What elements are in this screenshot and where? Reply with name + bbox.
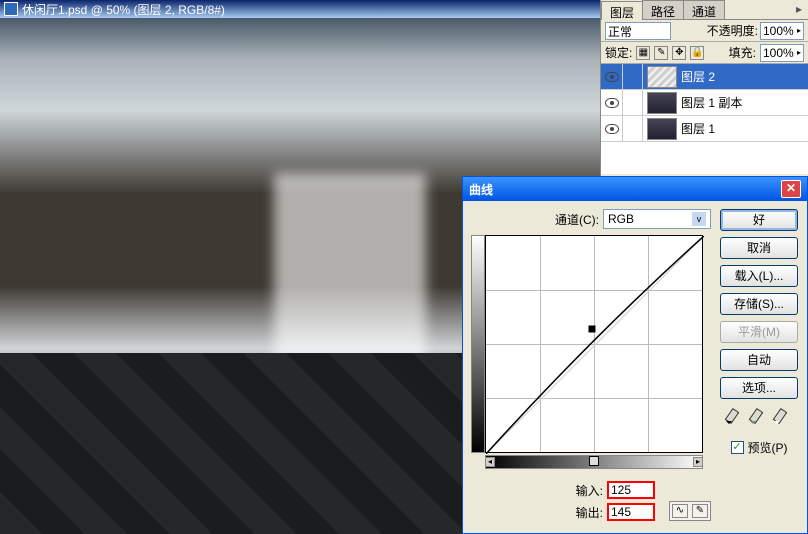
eye-icon [605, 72, 619, 82]
blend-mode-select[interactable]: 正常 [605, 22, 671, 40]
document-titlebar: 休闲厅1.psd @ 50% (图层 2, RGB/8#) [0, 0, 608, 18]
input-value-field[interactable] [607, 481, 655, 499]
ok-button[interactable]: 好 [720, 209, 798, 231]
output-value-field[interactable] [607, 503, 655, 521]
visibility-toggle[interactable] [601, 116, 623, 142]
tab-channels[interactable]: 通道 [683, 0, 725, 19]
layer-row[interactable]: 图层 1 副本 [601, 90, 808, 116]
gradient-slider[interactable] [589, 456, 599, 466]
cancel-button[interactable]: 取消 [720, 237, 798, 259]
load-button[interactable]: 载入(L)... [720, 265, 798, 287]
eye-icon [605, 98, 619, 108]
blend-opacity-row: 正常 不透明度: 100%▸ [601, 20, 808, 42]
panel-tabs: 图层 路径 通道 ▸ [601, 0, 808, 20]
link-toggle[interactable] [623, 116, 643, 142]
eyedropper-row [726, 409, 792, 427]
dialog-titlebar[interactable]: 曲线 ✕ [463, 177, 807, 201]
curve-point[interactable] [588, 326, 595, 333]
gray-point-eyedropper-icon[interactable] [750, 409, 768, 427]
input-label: 输入: [576, 482, 603, 499]
opacity-input[interactable]: 100%▸ [760, 22, 804, 40]
lock-transparency-icon[interactable]: ▦ [636, 46, 650, 60]
lock-row: 锁定: ▦ ✎ ✥ 🔒 填充: 100%▸ [601, 42, 808, 64]
fill-label: 填充: [729, 44, 756, 61]
output-gradient [471, 235, 485, 453]
lock-image-icon[interactable]: ✎ [654, 46, 668, 60]
preview-checkbox[interactable]: ✓ [731, 441, 744, 454]
layer-thumbnail[interactable] [647, 66, 677, 88]
layer-thumbnail[interactable] [647, 92, 677, 114]
curve-graph[interactable] [485, 235, 703, 453]
preview-label: 预览(P) [748, 439, 788, 456]
document-title: 休闲厅1.psd @ 50% (图层 2, RGB/8#) [22, 1, 225, 18]
dialog-title: 曲线 [469, 181, 493, 198]
curves-dialog: 曲线 ✕ 通道(C): RGBv [462, 176, 808, 534]
lock-position-icon[interactable]: ✥ [672, 46, 686, 60]
layer-name[interactable]: 图层 2 [681, 68, 715, 85]
arrow-left-icon[interactable]: ◂ [485, 457, 495, 467]
lock-all-icon[interactable]: 🔒 [690, 46, 704, 60]
layer-name[interactable]: 图层 1 副本 [681, 94, 742, 111]
chevron-down-icon[interactable]: ▸ [797, 26, 801, 35]
lock-label: 锁定: [605, 44, 632, 61]
output-label: 输出: [576, 504, 603, 521]
file-icon [4, 2, 18, 16]
channel-label: 通道(C): [555, 211, 599, 228]
pencil-tool-icon[interactable]: ✎ [692, 504, 708, 518]
layer-row[interactable]: 图层 1 [601, 116, 808, 142]
smooth-button: 平滑(M) [720, 321, 798, 343]
channel-select[interactable]: RGBv [603, 209, 711, 229]
options-button[interactable]: 选项... [720, 377, 798, 399]
curve-tool-switch[interactable]: ∿ ✎ [669, 501, 711, 521]
curve-line [486, 236, 704, 454]
auto-button[interactable]: 自动 [720, 349, 798, 371]
layer-row[interactable]: 图层 2 [601, 64, 808, 90]
tab-layers[interactable]: 图层 [601, 1, 643, 20]
opacity-label: 不透明度: [707, 22, 758, 39]
layer-name[interactable]: 图层 1 [681, 120, 715, 137]
layers-list: 图层 2 图层 1 副本 图层 1 [601, 64, 808, 174]
arrow-right-icon[interactable]: ▸ [693, 457, 703, 467]
eye-icon [605, 124, 619, 134]
tab-paths[interactable]: 路径 [642, 0, 684, 19]
chevron-down-icon[interactable]: ▸ [797, 48, 801, 57]
layer-thumbnail[interactable] [647, 118, 677, 140]
black-point-eyedropper-icon[interactable] [726, 409, 744, 427]
save-button[interactable]: 存储(S)... [720, 293, 798, 315]
curve-tool-icon[interactable]: ∿ [672, 504, 688, 518]
visibility-toggle[interactable] [601, 64, 623, 90]
panel-menu-icon[interactable]: ▸ [790, 0, 808, 19]
close-button[interactable]: ✕ [781, 180, 801, 198]
input-gradient[interactable]: ◂ ▸ [485, 455, 703, 469]
white-point-eyedropper-icon[interactable] [774, 409, 792, 427]
fill-input[interactable]: 100%▸ [760, 44, 804, 62]
link-toggle[interactable] [623, 64, 643, 90]
chevron-down-icon[interactable]: v [692, 212, 706, 226]
visibility-toggle[interactable] [601, 90, 623, 116]
layers-panel: 图层 路径 通道 ▸ 正常 不透明度: 100%▸ 锁定: ▦ ✎ ✥ 🔒 填充… [600, 0, 808, 180]
link-toggle[interactable] [623, 90, 643, 116]
